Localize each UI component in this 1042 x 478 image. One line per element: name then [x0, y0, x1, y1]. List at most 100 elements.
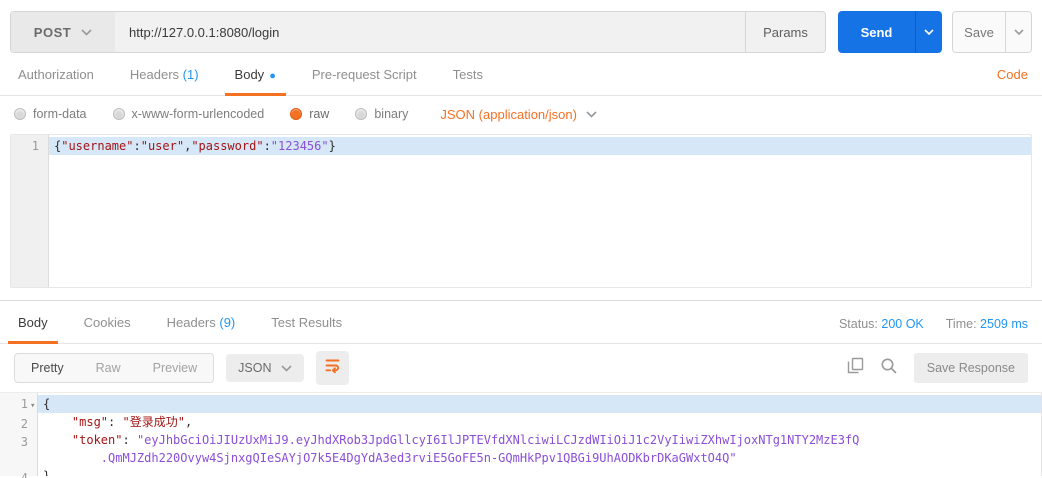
url-field-wrap [115, 12, 745, 52]
pretty-button[interactable]: Pretty [15, 354, 80, 382]
wrap-text-icon [324, 357, 341, 379]
token: } [43, 469, 51, 476]
token: { [43, 397, 51, 411]
token: : [108, 415, 123, 429]
view-mode-group: Pretty Raw Preview [14, 353, 215, 383]
time-value: 2509 ms [980, 317, 1028, 331]
radio-raw[interactable]: raw [290, 107, 329, 121]
response-code-line: { [38, 395, 1041, 413]
token: "user" [140, 139, 185, 153]
response-tabs: Body Cookies Headers (9) Test Results St… [0, 301, 1042, 344]
radio-x-www-form-urlencoded[interactable]: x-www-form-urlencoded [112, 107, 265, 121]
request-body-editor[interactable]: 1 {"username":"user","password":"123456"… [10, 134, 1032, 288]
chevron-down-icon [1013, 29, 1024, 35]
tab-label: Cookies [83, 315, 131, 330]
line-number-gutter: 1 ▾ 2 3 4 [0, 393, 38, 478]
raw-button[interactable]: Raw [80, 354, 137, 382]
copy-icon [847, 357, 864, 379]
tab-label: Authorization [18, 67, 94, 82]
tab-label: Headers [166, 315, 216, 330]
preview-button[interactable]: Preview [137, 354, 213, 382]
response-code-line: } [38, 467, 1041, 476]
chevron-down-icon [281, 364, 293, 372]
tab-test-results[interactable]: Test Results [267, 315, 346, 343]
tab-headers[interactable]: Headers (1) [126, 67, 203, 95]
chevron-down-icon [81, 28, 92, 36]
token: : [122, 433, 137, 447]
response-code-line-wrap: .QmMJZdh220Ovyw4SjnxgQIeSAYjO7k5E4DgYdA3… [38, 449, 1041, 467]
token: "password" [191, 139, 264, 153]
tab-authorization[interactable]: Authorization [14, 67, 98, 95]
radio-label: binary [374, 107, 409, 121]
format-dropdown[interactable]: JSON [226, 354, 305, 382]
copy-button[interactable] [847, 357, 864, 379]
response-status-time: Status: 200 OK Time: 2509 ms [839, 317, 1028, 343]
line-number: 3 [20, 435, 28, 449]
tab-prerequest-script[interactable]: Pre-request Script [308, 67, 421, 95]
time-label: Time: [945, 317, 977, 331]
request-bar: POST Params Send Save [0, 0, 1042, 53]
response-section: Body Cookies Headers (9) Test Results St… [0, 300, 1042, 478]
send-button[interactable]: Send [838, 11, 915, 53]
method-url-group: POST Params [10, 11, 826, 53]
request-tabs: Authorization Headers (1) Body ● Pre-requ… [0, 53, 1042, 96]
body-modified-dot: ● [269, 70, 276, 82]
response-code-area: { "msg": "登录成功", "token": "eyJhbGciOiJIU… [38, 393, 1041, 476]
code-link-label: Code [996, 67, 1028, 82]
pretty-label: Pretty [31, 361, 64, 375]
tab-label: Test Results [271, 315, 343, 330]
save-button[interactable]: Save [953, 12, 1005, 52]
chevron-down-icon [924, 29, 934, 35]
search-icon [880, 357, 898, 380]
line-number: 1 ▾ [0, 395, 37, 415]
raw-label: Raw [95, 361, 121, 375]
token: .QmMJZdh220Ovyw4SjnxgQIeSAYjO7k5E4DgYdA3… [100, 451, 737, 465]
tab-label: Body [18, 315, 48, 330]
time-field: Time: 2509 ms [946, 317, 1028, 331]
save-options-caret[interactable] [1005, 12, 1031, 52]
radio-selected-icon [290, 108, 303, 120]
response-code-line: "msg": "登录成功", [38, 413, 1041, 431]
response-toolbar: Pretty Raw Preview JSON Save Response [0, 344, 1042, 392]
params-button[interactable]: Params [745, 12, 825, 52]
tab-response-headers[interactable]: Headers (9) [163, 315, 240, 343]
line-number: 1 [31, 139, 39, 153]
token: } [328, 139, 336, 153]
status-value: 200 OK [881, 317, 924, 331]
tab-cookies[interactable]: Cookies [80, 315, 135, 343]
fold-arrow-icon[interactable]: ▾ [29, 397, 39, 415]
body-type-row: form-data x-www-form-urlencoded raw bina… [0, 96, 1042, 132]
headers-count-badge: (9) [219, 315, 236, 330]
response-code-line: "token": "eyJhbGciOiJIUzUxMiJ9.eyJhdXRob… [38, 431, 1041, 449]
radio-binary[interactable]: binary [355, 107, 408, 121]
format-label: JSON [238, 361, 272, 375]
tab-label: Body [234, 67, 265, 82]
token: : [133, 139, 141, 153]
tab-label: Tests [452, 67, 483, 82]
content-type-dropdown[interactable]: JSON (application/json) [440, 107, 597, 122]
tab-body[interactable]: Body ● [224, 67, 287, 96]
code-link[interactable]: Code [997, 67, 1028, 95]
tab-response-body[interactable]: Body [8, 315, 58, 344]
tab-tests[interactable]: Tests [449, 67, 487, 95]
url-input[interactable] [115, 24, 745, 40]
token: "eyJhbGciOiJIUzUxMiJ9.eyJhdXRob3JpdGllcy… [136, 433, 860, 447]
radio-label: x-www-form-urlencoded [131, 107, 265, 121]
wrap-text-button[interactable] [316, 351, 350, 385]
radio-label: form-data [33, 107, 87, 121]
token: "token" [71, 433, 123, 447]
status-label: Status: [838, 317, 878, 331]
search-button[interactable] [880, 357, 898, 380]
radio-form-data[interactable]: form-data [14, 107, 87, 121]
status-field: Status: 200 OK [839, 317, 924, 331]
token: "123456" [270, 139, 329, 153]
save-response-button[interactable]: Save Response [913, 353, 1028, 383]
send-options-caret[interactable] [915, 11, 942, 53]
params-label: Params [763, 24, 808, 40]
response-body-editor[interactable]: 1 ▾ 2 3 4 { "msg": "登录成功", "token": "eyJh… [0, 392, 1042, 478]
method-dropdown[interactable]: POST [11, 12, 115, 52]
save-split-button: Save [952, 11, 1032, 53]
